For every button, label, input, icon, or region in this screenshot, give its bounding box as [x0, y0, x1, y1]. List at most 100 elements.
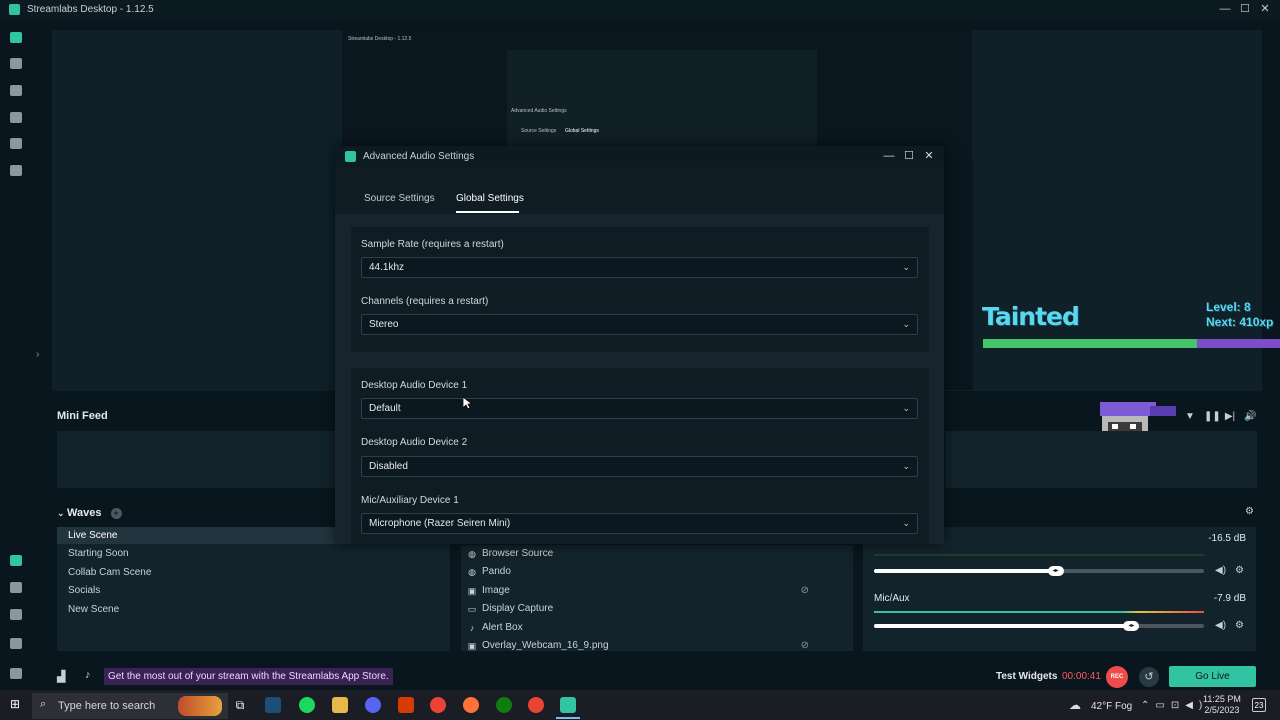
replay-buffer-icon[interactable]: ↺	[1139, 667, 1159, 687]
app-icon-2[interactable]	[10, 582, 22, 593]
notification-center-icon[interactable]: 23	[1252, 698, 1266, 712]
source-item[interactable]: ♪ Alert Box	[467, 619, 847, 637]
image-icon: ▣	[467, 586, 477, 596]
recording-timer: 00:00:41	[1062, 671, 1101, 682]
minimize-button[interactable]: —	[1218, 3, 1232, 16]
nested-app-title: Streamlabs Desktop - 1.12.5	[348, 36, 412, 42]
themes-icon[interactable]	[10, 85, 22, 96]
source-item[interactable]: ▭ Display Capture	[467, 600, 847, 618]
filter-icon[interactable]: ▼	[1184, 411, 1196, 423]
highlighter-icon[interactable]	[10, 165, 22, 176]
office-icon[interactable]	[398, 697, 414, 713]
hidden-eye-icon[interactable]: ⊘	[801, 582, 809, 600]
scene-item-new-scene[interactable]: New Scene	[57, 601, 335, 618]
scene-collection-header[interactable]: ⌄ Waves +	[57, 507, 122, 519]
app-icon-1[interactable]	[10, 555, 22, 566]
volume-icon[interactable]: 🔊	[1244, 411, 1256, 423]
search-icon: ⌕	[40, 698, 47, 710]
scene-item-collab-cam-scene[interactable]: Collab Cam Scene	[57, 564, 335, 581]
app-title: Streamlabs Desktop - 1.12.5	[27, 4, 154, 15]
scene-item-starting-soon[interactable]: Starting Soon	[57, 545, 335, 562]
restart-settings-panel: Sample Rate (requires a restart) 44.1khz…	[351, 227, 929, 352]
taskbar-clock[interactable]: 11:25 PM 2/5/2023	[1203, 694, 1241, 716]
mouse-cursor-icon	[463, 397, 472, 410]
test-widgets-button[interactable]: Test Widgets	[996, 671, 1057, 682]
rec-button[interactable]: REC	[1106, 666, 1128, 688]
chrome-icon[interactable]	[430, 697, 446, 713]
stats-bar-chart-icon[interactable]: ▟	[57, 670, 65, 683]
audio-mixer: -16.5 dB ◂▸ ◀) ⚙ Mic/Aux -7.9 dB ◂▸ ◀) ⚙	[863, 527, 1256, 651]
sample-rate-value: 44.1khz	[369, 262, 405, 273]
dialog-close-button[interactable]: ✕	[922, 149, 936, 163]
app-store-promo[interactable]: Get the most out of your stream with the…	[104, 668, 393, 685]
tab-source-settings[interactable]: Source Settings	[364, 193, 435, 204]
settings-gear-icon[interactable]	[10, 638, 22, 649]
system-tray-icons[interactable]: ⌃▭⊡◀)	[1141, 700, 1208, 711]
discord-icon[interactable]	[365, 697, 381, 713]
scene-item-live-scene[interactable]: Live Scene	[57, 527, 335, 544]
steam-icon[interactable]	[265, 697, 281, 713]
xp-progress-bar	[983, 339, 1280, 348]
expand-chevron-icon[interactable]: ›	[36, 349, 39, 360]
audio-devices-panel: Desktop Audio Device 1 Default ⌄ Desktop…	[351, 368, 929, 544]
channel1-meter	[874, 554, 1204, 556]
dialog-maximize-button[interactable]: ☐	[902, 149, 916, 163]
channel2-volume-slider[interactable]	[874, 624, 1204, 628]
go-live-button[interactable]: Go Live	[1169, 666, 1256, 687]
globe-icon: ◍	[468, 549, 476, 559]
desktop-audio-2-label: Desktop Audio Device 2	[361, 437, 468, 448]
desktop-audio-1-select[interactable]: Default ⌄	[361, 398, 918, 419]
xbox-icon[interactable]	[496, 697, 512, 713]
channel-settings-gear-icon[interactable]: ⚙	[1235, 620, 1244, 631]
editor-icon[interactable]	[10, 32, 22, 43]
nested-window: Advanced Audio Settings Source Settings …	[507, 50, 817, 150]
sample-rate-select[interactable]: 44.1khz ⌄	[361, 257, 918, 278]
taskbar-search-input[interactable]: ⌕ Type here to search	[32, 693, 228, 719]
notification-bell-icon[interactable]: ♪	[85, 669, 91, 681]
monitor-icon: ▭	[467, 604, 477, 614]
channel1-slider-knob[interactable]: ◂▸	[1047, 566, 1064, 576]
task-view-icon[interactable]: ⧉	[232, 697, 248, 713]
source-item[interactable]: ◍ Browser Source	[467, 545, 847, 563]
dialog-minimize-button[interactable]: —	[882, 149, 896, 163]
layout-icon[interactable]	[10, 58, 22, 69]
overlay-level: Level: 8 Next: 410xp	[1206, 300, 1273, 330]
profile-icon[interactable]	[10, 668, 22, 679]
maximize-button[interactable]: ☐	[1238, 3, 1252, 16]
tools-icon[interactable]	[10, 112, 22, 123]
tab-global-settings[interactable]: Global Settings	[456, 193, 524, 204]
source-item[interactable]: ▣ Overlay_Webcam_16_9.png ⊘	[467, 637, 847, 655]
sample-rate-label: Sample Rate (requires a restart)	[361, 239, 504, 250]
windows-start-icon[interactable]: ⊞	[10, 698, 23, 711]
desktop-audio-2-select[interactable]: Disabled ⌄	[361, 456, 918, 477]
store-icon[interactable]	[10, 138, 22, 149]
channels-select[interactable]: Stereo ⌄	[361, 314, 918, 335]
collapse-chevron-icon[interactable]: ⌄	[57, 508, 67, 518]
add-scene-collection-icon[interactable]: +	[110, 508, 122, 519]
mixer-settings-gear-icon[interactable]: ⚙	[1245, 506, 1254, 517]
app-icon-3[interactable]	[10, 609, 22, 620]
channel2-slider-knob[interactable]: ◂▸	[1123, 621, 1140, 631]
firefox-icon[interactable]	[463, 697, 479, 713]
mic-aux-1-select[interactable]: Microphone (Razer Seiren Mini) ⌄	[361, 513, 918, 534]
channel1-volume-slider[interactable]	[874, 569, 1204, 573]
source-label: Image	[482, 585, 510, 596]
scene-item-socials[interactable]: Socials	[57, 582, 335, 599]
chevron-down-icon: ⌄	[902, 319, 910, 329]
file-explorer-icon[interactable]	[332, 697, 348, 713]
channel-settings-gear-icon[interactable]: ⚙	[1235, 565, 1244, 576]
chrome-profile-icon[interactable]	[528, 697, 544, 713]
spotify-icon[interactable]	[299, 697, 315, 713]
pause-icon[interactable]: ❚❚	[1204, 411, 1221, 423]
channels-value: Stereo	[369, 319, 399, 330]
active-tab-underline	[456, 211, 519, 213]
chevron-down-icon: ⌄	[902, 403, 910, 413]
source-item[interactable]: ▣ Image ⊘	[467, 582, 847, 600]
close-button[interactable]: ✕	[1258, 3, 1272, 16]
mute-icon[interactable]: ◀)	[1215, 620, 1226, 631]
hidden-eye-icon[interactable]: ⊘	[801, 637, 809, 655]
mute-icon[interactable]: ◀)	[1215, 565, 1226, 576]
source-item[interactable]: ◍ Pando	[467, 563, 847, 581]
skip-icon[interactable]: ▶|	[1224, 411, 1236, 423]
streamlabs-taskbar-icon[interactable]	[560, 697, 576, 713]
